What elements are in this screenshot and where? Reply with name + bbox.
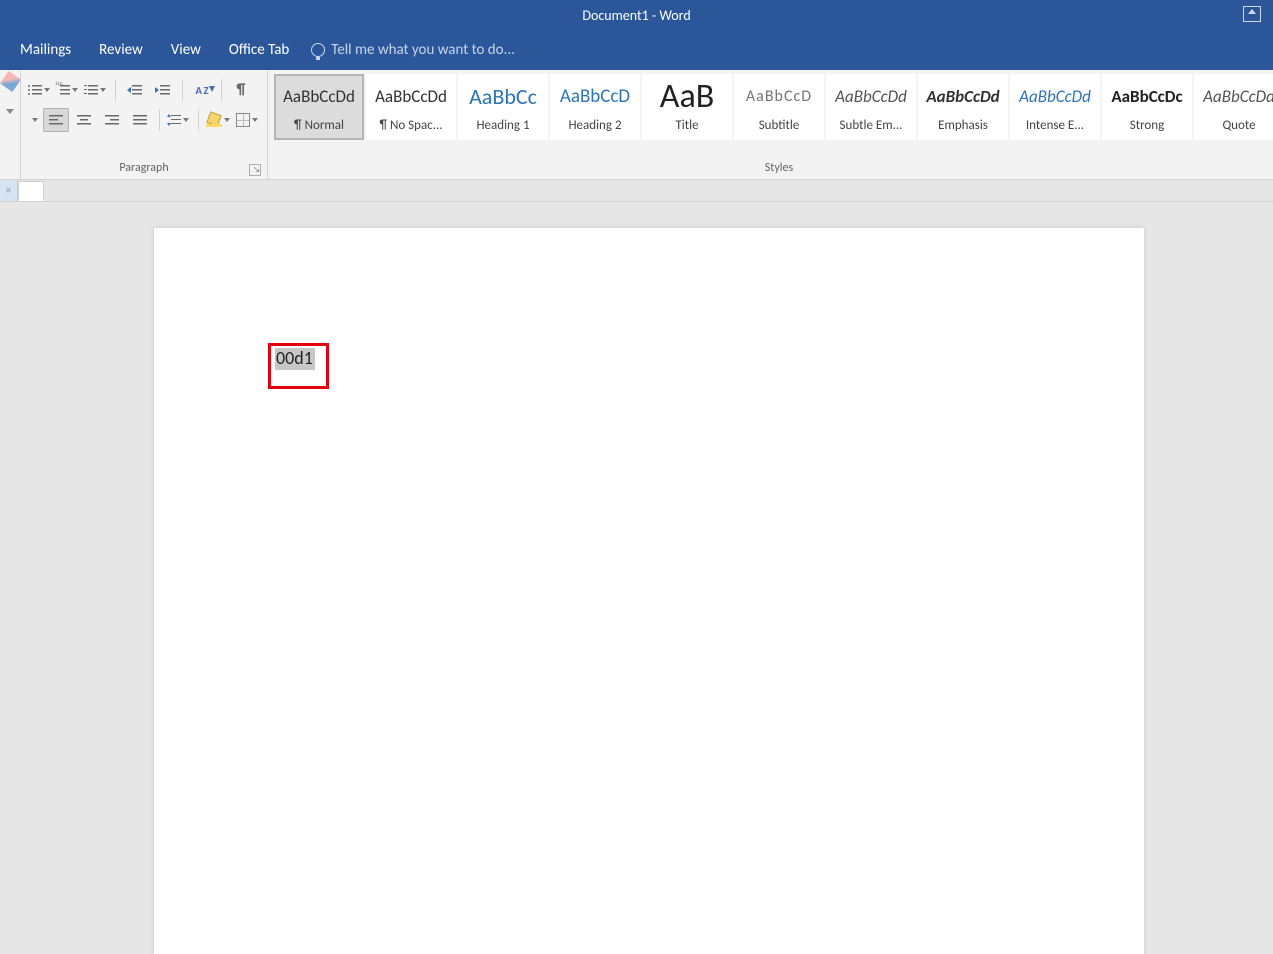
line-spacing-button[interactable] <box>166 108 192 132</box>
style-tile[interactable]: AaBbCcDc Strong <box>1102 74 1192 140</box>
paragraph-group: A Z ¶ Paragraph ↘ <box>21 70 268 179</box>
bullets-icon <box>28 84 42 96</box>
style-sample: AaBbCcDc <box>1111 82 1182 112</box>
separator <box>221 79 222 101</box>
align-left-button[interactable] <box>43 108 69 132</box>
lightbulb-icon <box>311 43 325 57</box>
style-name: Title <box>675 118 698 133</box>
close-tab-button[interactable]: × <box>0 180 18 201</box>
close-icon: × <box>6 184 12 198</box>
style-tile[interactable]: AaB Title <box>642 74 732 140</box>
style-tile[interactable]: AaBbCcDd Intense E... <box>1010 74 1100 140</box>
style-tile[interactable]: AaBbCcDd Emphasis <box>918 74 1008 140</box>
align-right-icon <box>105 114 119 126</box>
separator <box>115 79 116 101</box>
style-sample: AaBbCcD <box>746 82 812 112</box>
style-name: Subtle Em... <box>840 118 903 133</box>
style-sample: AaBbCcDd <box>375 82 447 112</box>
title-bar: Document1 - Word <box>0 0 1273 30</box>
document-tab[interactable] <box>18 181 44 201</box>
style-sample: AaB <box>660 82 714 112</box>
ribbon: A Z ¶ Paragraph ↘ AaBbCcDd¶ Nor <box>0 70 1273 180</box>
style-sample: AaBbCcD <box>560 82 630 112</box>
styles-group: AaBbCcDd¶ NormalAaBbCcDd¶ No Spac...AaBb… <box>268 70 1273 179</box>
separator <box>198 109 199 131</box>
style-name: Intense E... <box>1026 118 1084 133</box>
style-sample: AaBbCcDd <box>835 82 907 112</box>
shading-button[interactable] <box>205 108 233 132</box>
ribbon-display-options-icon[interactable] <box>1243 6 1261 22</box>
multilevel-list-icon <box>84 84 98 96</box>
align-justify-button[interactable] <box>127 108 153 132</box>
style-name: Heading 1 <box>476 118 529 133</box>
clipboard-group-partial <box>0 70 21 179</box>
align-center-icon <box>77 114 91 126</box>
style-name: ¶ Normal <box>294 118 344 133</box>
pilcrow-icon: ¶ <box>237 81 246 99</box>
style-sample: AaBbCcDd <box>926 82 999 112</box>
decrease-indent-button[interactable] <box>122 78 148 102</box>
show-hide-marks-button[interactable]: ¶ <box>228 78 254 102</box>
increase-indent-button[interactable] <box>150 78 176 102</box>
style-name: Heading 2 <box>568 118 621 133</box>
style-sample: AaBbCcDd <box>1203 82 1273 112</box>
style-tile[interactable]: AaBbCcDd Quote <box>1194 74 1273 140</box>
sort-icon: A Z <box>195 84 208 97</box>
style-tile[interactable]: AaBbCcD Subtitle <box>734 74 824 140</box>
window-title: Document1 - Word <box>582 7 690 24</box>
style-tile[interactable]: AaBbCcD Heading 2 <box>550 74 640 140</box>
tab-mailings[interactable]: Mailings <box>6 31 85 69</box>
paragraph-group-label: Paragraph ↘ <box>27 158 261 177</box>
borders-button[interactable] <box>235 108 261 132</box>
highlighted-region: 00d1 <box>268 343 329 389</box>
clipboard-dropdown-icon[interactable] <box>6 109 14 114</box>
style-sample: AaBbCcDd <box>1019 82 1091 112</box>
style-tile[interactable]: AaBbCcDd ¶ Normal <box>274 74 364 140</box>
tell-me-search[interactable]: Tell me what you want to do... <box>303 41 523 59</box>
bullets-button[interactable] <box>27 78 53 102</box>
separator <box>182 79 183 101</box>
style-name: ¶ No Spac... <box>379 118 442 133</box>
shading-icon <box>206 113 222 127</box>
line-spacing-icon <box>167 113 181 127</box>
align-justify-icon <box>133 114 147 126</box>
style-name: Strong <box>1130 118 1164 133</box>
numbering-button[interactable] <box>55 78 81 102</box>
style-name: Emphasis <box>938 118 988 133</box>
numbering-icon <box>56 84 70 96</box>
page[interactable]: 00d1 <box>154 228 1144 954</box>
format-painter-icon[interactable] <box>0 71 20 92</box>
align-right-button[interactable] <box>99 108 125 132</box>
selected-text[interactable]: 00d1 <box>275 348 315 370</box>
align-center-button[interactable] <box>71 108 97 132</box>
style-sample: AaBbCcDd <box>283 82 355 112</box>
document-canvas[interactable]: 00d1 <box>0 202 1273 954</box>
borders-icon <box>236 113 250 127</box>
decrease-indent-icon <box>128 84 142 96</box>
style-sample: AaBbCc <box>469 82 537 112</box>
paragraph-more-dropdown[interactable] <box>27 108 41 132</box>
align-left-icon <box>49 114 63 126</box>
styles-group-label: Styles <box>274 158 1273 177</box>
tab-office-tab[interactable]: Office Tab <box>215 31 303 69</box>
document-tab-strip: × <box>0 180 1273 202</box>
tab-review[interactable]: Review <box>85 31 157 69</box>
style-name: Quote <box>1222 118 1255 133</box>
increase-indent-icon <box>156 84 170 96</box>
multilevel-list-button[interactable] <box>83 78 109 102</box>
sort-button[interactable]: A Z <box>189 78 215 102</box>
style-name: Subtitle <box>759 118 800 133</box>
tab-view[interactable]: View <box>157 31 215 69</box>
separator <box>159 109 160 131</box>
style-tile[interactable]: AaBbCc Heading 1 <box>458 74 548 140</box>
ribbon-tabs: Mailings Review View Office Tab Tell me … <box>0 30 1273 70</box>
tell-me-placeholder: Tell me what you want to do... <box>331 41 515 59</box>
paragraph-dialog-launcher-icon[interactable]: ↘ <box>249 164 261 176</box>
style-tile[interactable]: AaBbCcDd Subtle Em... <box>826 74 916 140</box>
style-tile[interactable]: AaBbCcDd ¶ No Spac... <box>366 74 456 140</box>
